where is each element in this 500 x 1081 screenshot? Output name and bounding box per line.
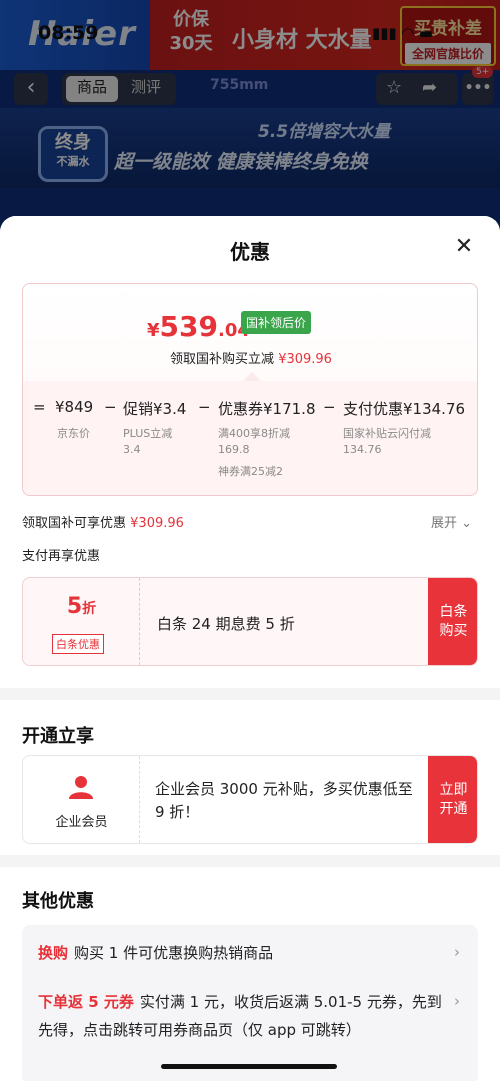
button-line1: 立即 [439, 782, 468, 798]
baitiao-tag: 白条优惠 [52, 634, 104, 654]
offer-tag: 换购 [38, 944, 69, 962]
pay-detail-line1: 国家补贴云闪付减 [343, 427, 431, 440]
discount-value: 5 [66, 594, 83, 619]
pay-discount-detail: 国家补贴云闪付减 134.76 [343, 426, 431, 458]
home-indicator[interactable] [161, 1064, 337, 1069]
gov-subsidy-label: 领取国补可享优惠 [22, 516, 127, 531]
baitiao-offer-card[interactable]: 5折 白条优惠 白条 24 期息费 5 折 白条 购买 [22, 577, 478, 666]
baitiao-discount: 5折 [23, 594, 140, 619]
list-item[interactable]: 换购 购买 1 件可优惠换购热销商品 [38, 939, 448, 967]
promo-detail-line2: 3.4 [123, 443, 141, 456]
coupon-detail-line2: 169.8 [218, 443, 250, 456]
enterprise-title: 开通立享 [22, 726, 94, 747]
sheet-title: 优惠 [230, 240, 270, 264]
price-tag: 国补领后价 [241, 311, 312, 334]
enterprise-open-button[interactable]: 立即 开通 [428, 756, 477, 843]
close-icon[interactable]: ✕ [452, 236, 476, 260]
sheet-main-section: 优惠 ✕ ¥539.04 国补领后价 领取国补购买立减 ¥309.96 = ¥8… [0, 216, 500, 688]
other-offers-section: 其他优惠 换购 购买 1 件可优惠换购热销商品 › 下单返 5 元券 实付满 1 元… [0, 867, 500, 1081]
price-breakdown-card: ¥539.04 国补领后价 领取国补购买立减 ¥309.96 = ¥849 京东… [22, 283, 478, 496]
promo-amount: 促销¥3.4 [123, 400, 187, 418]
coupon-detail-line3: 神券满25减2 [218, 465, 283, 478]
caption-amount: ¥309.96 [278, 352, 332, 367]
enterprise-section: 开通立享 企业会员 企业会员 3000 元补贴，多买优惠低至 9 折！ 立即 开… [0, 700, 500, 855]
coupon-amount: 优惠券¥171.8 [218, 400, 316, 418]
price-currency: ¥ [147, 320, 160, 341]
baitiao-text: 白条 24 期息费 5 折 [157, 615, 295, 633]
pay-discount-title: 支付再享优惠 [22, 549, 101, 564]
enterprise-text: 企业会员 3000 元补贴，多买优惠低至 9 折！ [155, 780, 413, 821]
modal-overlay[interactable] [0, 0, 500, 240]
enterprise-offer-card[interactable]: 企业会员 企业会员 3000 元补贴，多买优惠低至 9 折！ 立即 开通 [22, 755, 478, 844]
button-line2: 购买 [439, 623, 468, 639]
pay-discount-amount: 支付优惠¥134.76 [343, 400, 466, 418]
offer-tag: 下单返 5 元券 [38, 993, 134, 1011]
coupon-detail-line1: 满400享8折减 [218, 427, 290, 440]
promo-detail: PLUS立减 3.4 [123, 426, 172, 458]
other-offers-title: 其他优惠 [22, 891, 94, 912]
promo-detail-line1: PLUS立减 [123, 427, 173, 440]
baitiao-discount-panel: 5折 白条优惠 [23, 578, 140, 665]
list-item[interactable]: 下单返 5 元券 实付满 1 元，收货后返满 5.01-5 元券，先到先得，点击跳… [38, 988, 448, 1044]
button-line2: 开通 [439, 801, 468, 817]
button-line1: 白条 [439, 604, 468, 620]
pay-detail-line2: 134.76 [343, 443, 382, 456]
caption-text: 领取国补购买立减 [170, 352, 275, 367]
chevron-right-icon[interactable]: › [454, 943, 460, 961]
pointer-arrow [243, 372, 261, 381]
minus-sign: − [323, 398, 336, 416]
user-icon [69, 776, 93, 799]
expand-button[interactable]: 展开 ⌄ [431, 512, 472, 531]
offer-text: 购买 1 件可优惠换购热销商品 [74, 944, 274, 962]
baitiao-buy-button[interactable]: 白条 购买 [428, 578, 477, 665]
gov-subsidy-line: 领取国补可享优惠 ¥309.96 [22, 512, 184, 531]
coupon-detail: 满400享8折减 169.8 神券满25减2 [218, 426, 290, 480]
other-offers-list: 换购 购买 1 件可优惠换购热销商品 › 下单返 5 元券 实付满 1 元，收货后返… [22, 925, 478, 1081]
product-page-backdrop: Haier 价保 30天 小身材 大水量 买贵补差 全网官旗比价 08:59 ▮… [0, 0, 500, 240]
discount-unit: 折 [82, 601, 97, 617]
enterprise-label: 企业会员 [55, 815, 108, 830]
equals-sign: = [33, 398, 46, 416]
minus-sign: − [198, 398, 211, 416]
discount-sheet: 优惠 ✕ ¥539.04 国补领后价 领取国补购买立减 ¥309.96 = ¥8… [0, 216, 500, 1081]
base-price-label: 京东价 [57, 427, 90, 440]
base-price: ¥849 [55, 398, 94, 416]
minus-sign: − [104, 398, 117, 416]
price-integer: 539 [159, 310, 218, 343]
enterprise-panel: 企业会员 [23, 756, 140, 843]
price-caption: 领取国补购买立减 ¥309.96 [23, 348, 479, 367]
gov-subsidy-amount: ¥309.96 [130, 516, 184, 531]
price-formula: = ¥849 京东价 − 促销¥3.4 PLUS立减 3.4 − 优惠券¥171… [23, 381, 477, 495]
chevron-right-icon[interactable]: › [454, 992, 460, 1010]
final-price: ¥539.04 [147, 310, 250, 343]
